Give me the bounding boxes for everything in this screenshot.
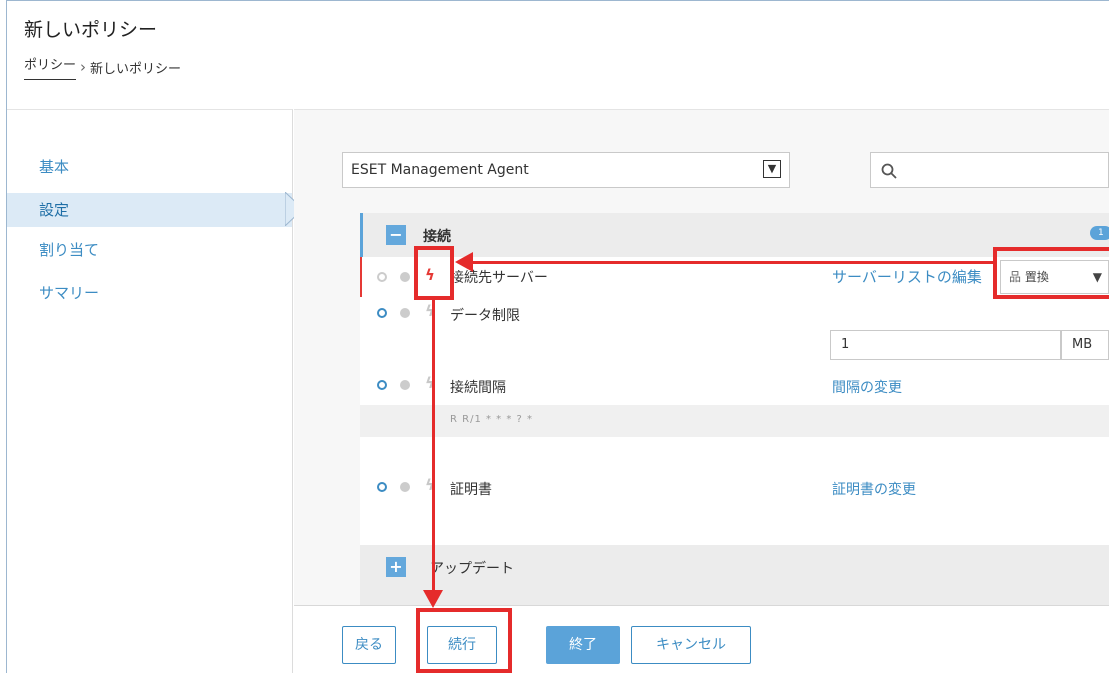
annotation-box-continue [416,608,512,673]
force-flag-icon[interactable] [400,272,410,282]
row-override-marker [360,257,362,297]
data-limit-label: データ制限 [450,308,520,324]
chevron-right-icon: › [80,58,87,76]
finish-button[interactable]: 終了 [546,626,620,664]
product-select-value: ESET Management Agent [351,162,529,178]
chevron-down-icon: ▼ [763,160,781,178]
sidebar-item-settings[interactable]: 設定 [7,193,292,227]
page-title: 新しいポリシー [24,19,158,41]
section-next-row [360,589,1109,605]
breadcrumb: ポリシー › 新しいポリシー [24,54,181,80]
interval-label: 接続間隔 [450,380,506,396]
annotation-arrowhead-left [455,252,473,272]
force-flag-icon[interactable] [400,380,410,390]
apply-flag-icon[interactable] [377,380,387,390]
apply-flag-icon[interactable] [377,308,387,318]
section-count-badge: 1 [1090,226,1109,240]
sidebar-item-basic[interactable]: 基本 [7,150,293,184]
cert-label: 証明書 [450,482,492,498]
breadcrumb-current: 新しいポリシー [90,61,182,77]
data-limit-unit[interactable]: MB [1061,330,1109,360]
force-flag-icon[interactable] [400,308,410,318]
collapse-icon[interactable]: − [386,225,406,245]
page-header: 新しいポリシー ポリシー › 新しいポリシー [7,1,1109,109]
back-button[interactable]: 戻る [342,626,396,664]
search-input[interactable] [870,152,1109,188]
wizard-sidebar: 基本 設定 割り当て サマリー [7,109,293,673]
data-limit-input[interactable]: 1 [830,330,1061,360]
sidebar-item-assign[interactable]: 割り当て [7,233,293,267]
product-select[interactable]: ESET Management Agent ▼ [342,152,790,188]
section-connection-label: 接続 [423,229,451,245]
change-interval-link[interactable]: 間隔の変更 [832,377,902,397]
apply-flag-icon[interactable] [377,272,387,282]
cancel-button[interactable]: キャンセル [631,626,751,664]
edit-server-list-link[interactable]: サーバーリストの編集 [832,266,982,287]
annotation-box-lightning [414,246,454,300]
spacer-row [360,437,1109,467]
annotation-box-replace [993,247,1109,299]
search-icon [881,163,897,179]
sidebar-item-summary[interactable]: サマリー [7,276,293,310]
annotation-arrow-line [432,300,435,592]
force-flag-icon[interactable] [400,482,410,492]
section-update-label: アップデート [430,561,514,577]
interval-cron-text: R R/1 * * * ? * [450,414,534,425]
change-cert-link[interactable]: 証明書の変更 [832,479,916,499]
section-active-bar [360,213,363,257]
annotation-arrow-line [470,261,993,264]
expand-icon[interactable]: + [386,557,406,577]
annotation-arrowhead-down [423,590,443,608]
apply-flag-icon[interactable] [377,482,387,492]
breadcrumb-policies-link[interactable]: ポリシー [24,54,77,80]
spacer-row [360,505,1109,545]
